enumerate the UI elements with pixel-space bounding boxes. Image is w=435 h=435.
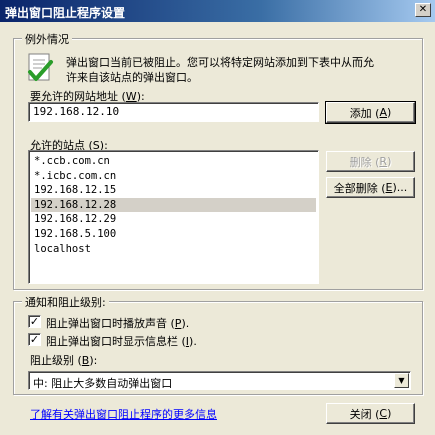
block-level-select[interactable]: 中: 阻止大多数自动弹出窗口 ▼ <box>28 371 411 390</box>
allowed-sites-list[interactable]: *.ccb.com.cn *.icbc.com.cn 192.168.12.15 19… <box>28 150 319 284</box>
list-item[interactable]: 192.168.12.28 <box>31 197 316 213</box>
window-close-button[interactable]: ✕ <box>415 3 431 17</box>
play-sound-checkbox[interactable]: ✓ <box>28 315 41 328</box>
website-address-input[interactable]: 192.168.12.10 <box>28 102 319 122</box>
exceptions-info-line1: 弹出窗口当前已被阻止。您可以将特定网站添加到下表中从而允 <box>66 56 374 69</box>
show-infobar-label: 阻止弹出窗口时显示信息栏 (I). <box>46 335 197 348</box>
block-level-value: 中: 阻止大多数自动弹出窗口 <box>33 377 173 390</box>
list-item[interactable]: 192.168.5.100 <box>31 227 316 242</box>
list-item[interactable]: *.ccb.com.cn <box>31 154 316 169</box>
exceptions-info-line2: 许来自该站点的弹出窗口。 <box>66 71 198 84</box>
list-item[interactable]: 192.168.12.15 <box>31 183 316 198</box>
list-item[interactable]: *.icbc.com.cn <box>31 169 316 184</box>
list-item[interactable]: localhost <box>31 242 316 257</box>
document-checkmark-icon <box>28 53 53 81</box>
list-item[interactable]: 192.168.12.29 <box>31 212 316 227</box>
block-level-label: 阻止级别 (B): <box>30 354 98 367</box>
add-button[interactable]: 添加 (A) <box>325 101 416 124</box>
play-sound-label: 阻止弹出窗口时播放声音 (P). <box>46 317 190 330</box>
remove-all-button[interactable]: 全部删除 (E)... <box>326 177 415 198</box>
checkmark-icon: ✓ <box>29 315 40 328</box>
title-bar: 弹出窗口阻止程序设置 ✕ <box>0 0 435 22</box>
close-button[interactable]: 关闭 (C) <box>326 403 415 424</box>
show-infobar-checkbox[interactable]: ✓ <box>28 333 41 346</box>
remove-button[interactable]: 删除 (R) <box>326 151 415 172</box>
exceptions-group-label: 例外情况 <box>22 31 72 47</box>
close-icon: ✕ <box>418 4 428 15</box>
notifications-group-label: 通知和阻止级别: <box>22 294 109 310</box>
learn-more-link[interactable]: 了解有关弹出窗口阻止程序的更多信息 <box>30 406 217 422</box>
checkmark-icon: ✓ <box>29 333 40 346</box>
chevron-down-icon[interactable]: ▼ <box>394 373 409 388</box>
window-title: 弹出窗口阻止程序设置 <box>5 6 126 20</box>
